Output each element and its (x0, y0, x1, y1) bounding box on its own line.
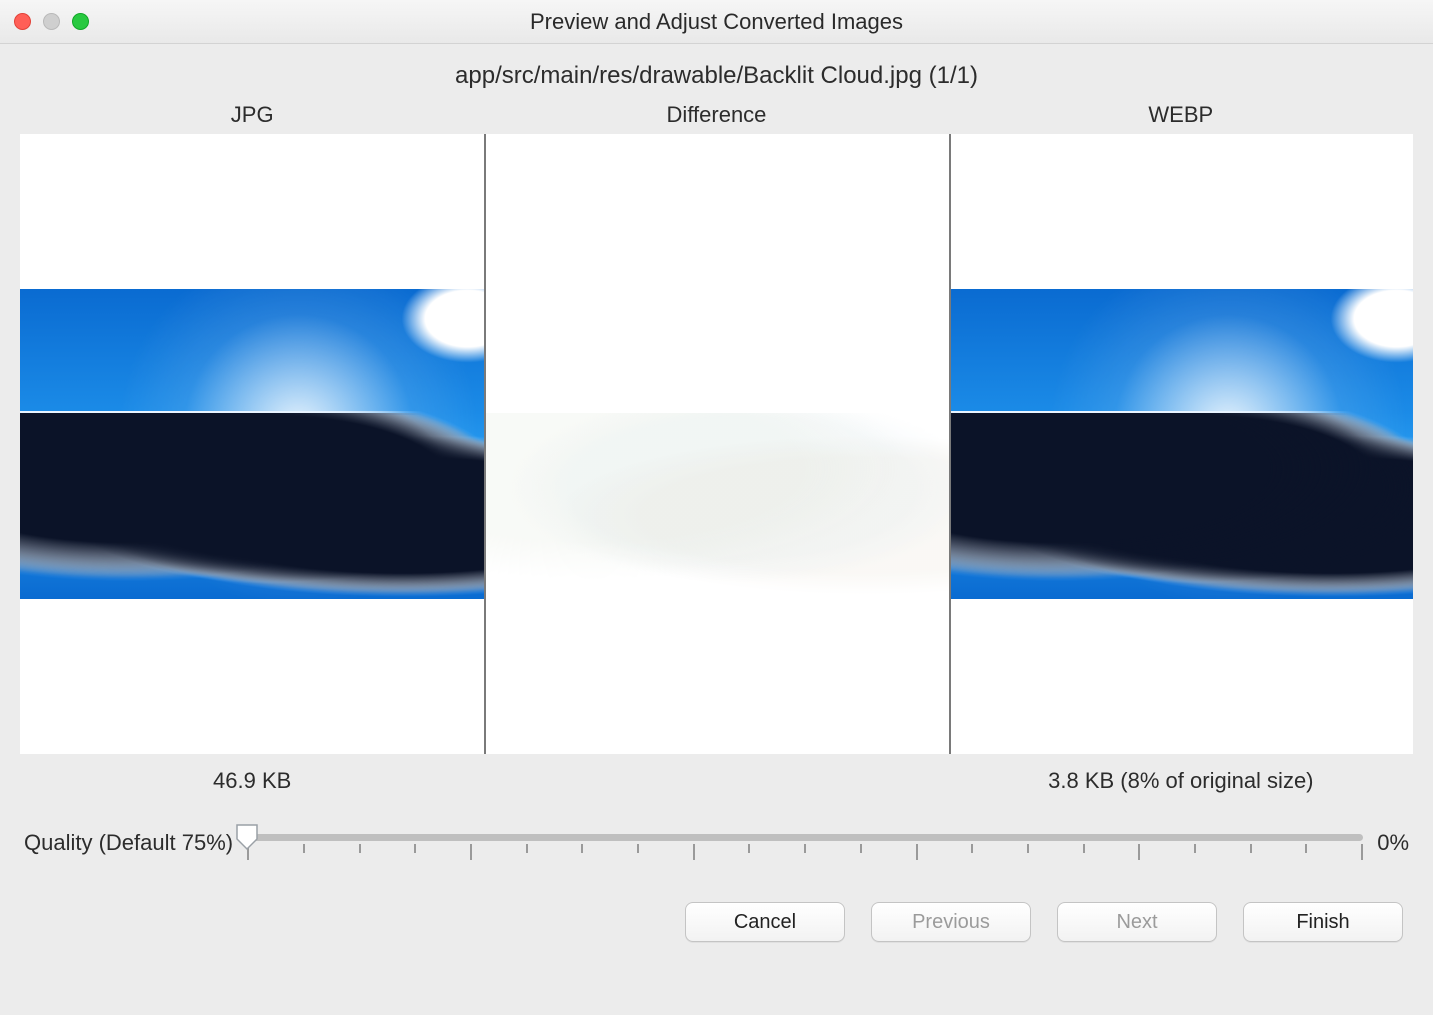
quality-row: Quality (Default 75%) 0% (0, 794, 1433, 860)
header-converted: WEBP (949, 102, 1413, 128)
next-button: Next (1057, 902, 1217, 942)
preview-converted (949, 134, 1413, 754)
slider-track (247, 834, 1363, 841)
previous-button: Previous (871, 902, 1031, 942)
quality-slider[interactable] (247, 826, 1363, 860)
window-title: Preview and Adjust Converted Images (0, 9, 1433, 35)
zoom-icon[interactable] (72, 13, 89, 30)
titlebar: Preview and Adjust Converted Images (0, 0, 1433, 44)
preview-original (20, 134, 484, 754)
size-converted: 3.8 KB (8% of original size) (949, 768, 1413, 794)
finish-button[interactable]: Finish (1243, 902, 1403, 942)
file-path: app/src/main/res/drawable/Backlit Cloud.… (0, 44, 1433, 102)
cancel-button[interactable]: Cancel (685, 902, 845, 942)
preview-difference (484, 134, 948, 754)
quality-value: 0% (1377, 830, 1409, 856)
size-original: 46.9 KB (20, 768, 484, 794)
preview-panels (0, 134, 1433, 754)
next-button-label: Next (1116, 911, 1157, 934)
cancel-button-label: Cancel (734, 911, 796, 934)
previous-button-label: Previous (912, 911, 990, 934)
column-headers: JPG Difference WEBP (0, 102, 1433, 134)
slider-ticks (247, 844, 1363, 860)
minimize-icon (43, 13, 60, 30)
size-spacer (484, 768, 948, 794)
button-row: Cancel Previous Next Finish (0, 860, 1433, 942)
close-icon[interactable] (14, 13, 31, 30)
quality-label: Quality (Default 75%) (24, 830, 233, 856)
header-original: JPG (20, 102, 484, 128)
slider-thumb-icon[interactable] (235, 823, 259, 851)
header-difference: Difference (484, 102, 948, 128)
size-row: 46.9 KB 3.8 KB (8% of original size) (0, 754, 1433, 794)
traffic-lights (14, 13, 89, 30)
finish-button-label: Finish (1296, 911, 1349, 934)
